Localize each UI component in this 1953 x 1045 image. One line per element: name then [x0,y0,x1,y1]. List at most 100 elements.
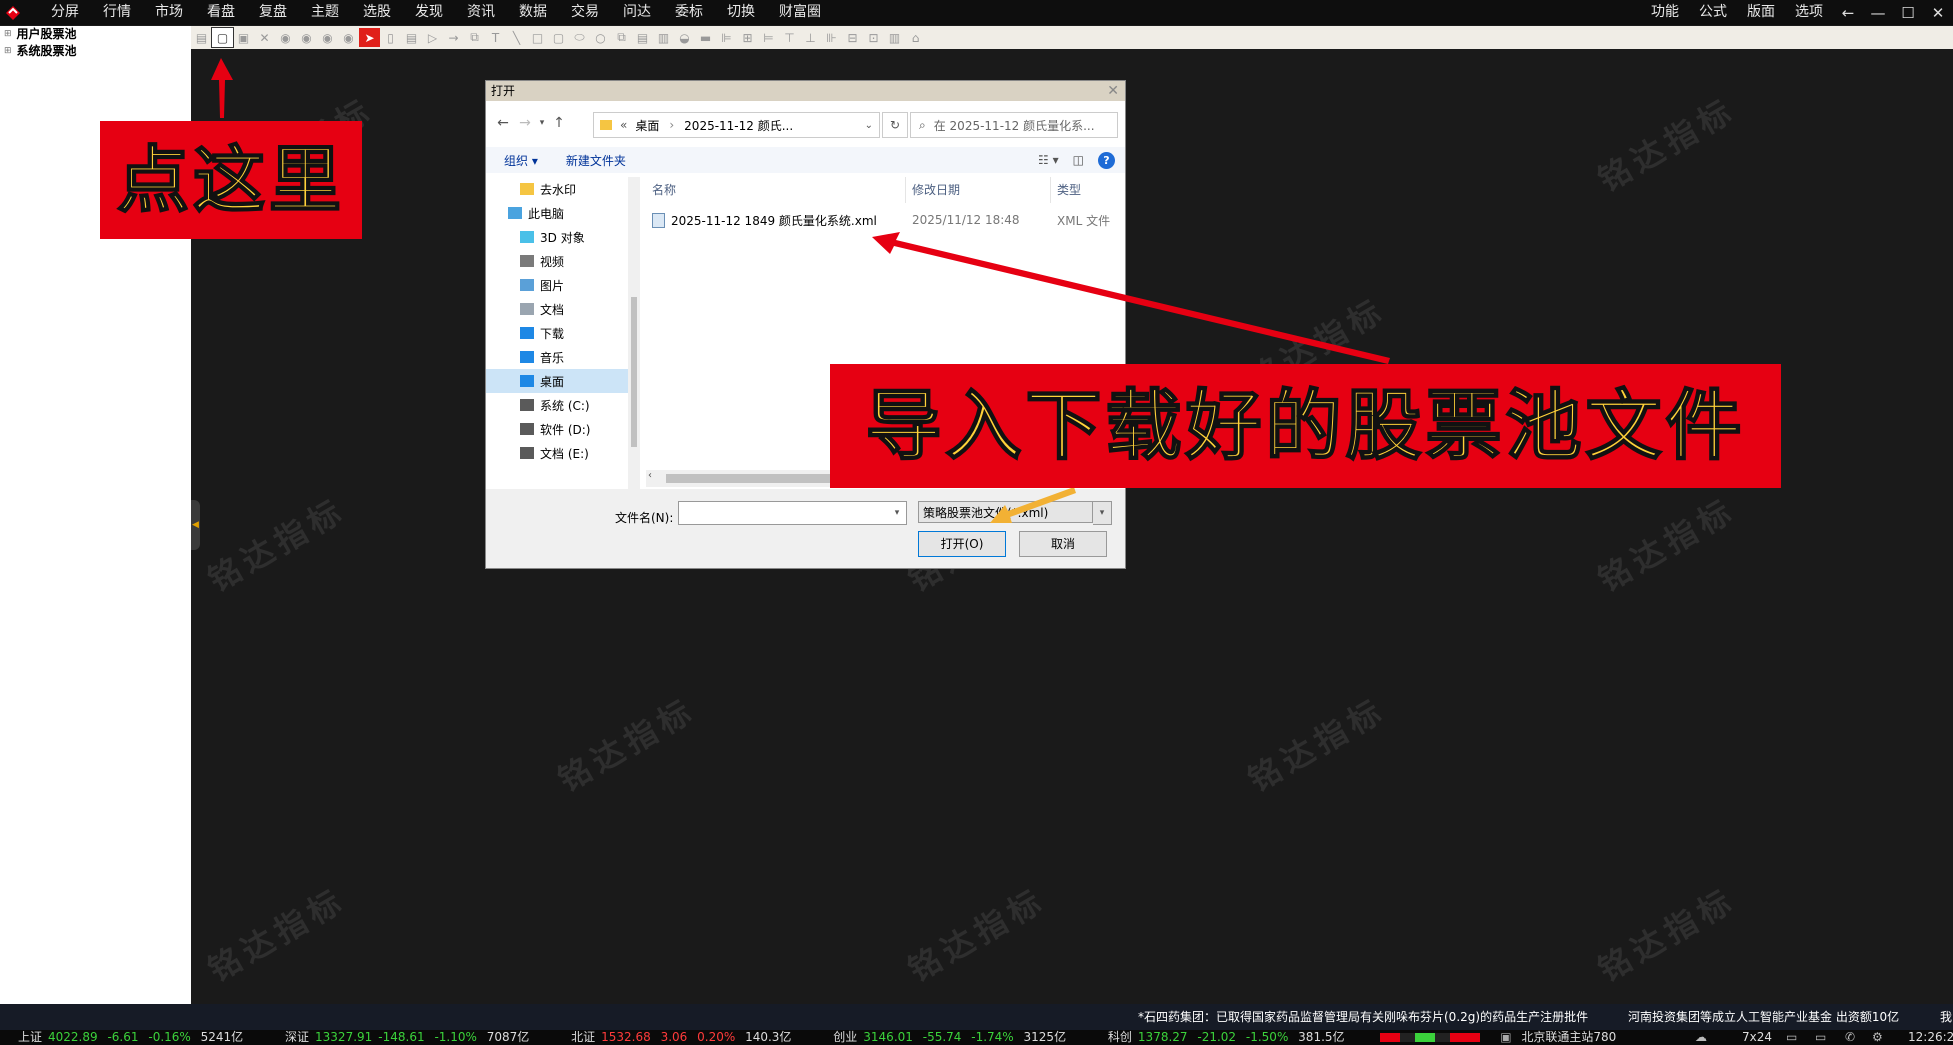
nav-item[interactable]: 音乐 [486,345,628,369]
address-bar[interactable]: « 桌面 › 2025-11-12 颜氏... ⌄ [593,112,880,138]
group-icon[interactable]: ⊡ [863,28,884,47]
open-button[interactable]: 打开(O) [918,531,1006,557]
menu-item[interactable]: 公式 [1689,0,1737,25]
ungroup-icon[interactable]: ▥ [884,28,905,47]
menu-item[interactable]: 交易 [559,0,611,25]
close-icon[interactable]: ✕ [1923,4,1953,22]
filter-dropdown-icon[interactable]: ▾ [1093,501,1112,525]
nav-item[interactable]: 软件 (D:) [486,417,628,441]
dialog-close-icon[interactable]: ✕ [1107,81,1119,101]
back-icon[interactable]: ← [1833,4,1863,22]
menu-item[interactable]: 数据 [507,0,559,25]
phone-icon[interactable]: ✆ [1845,1030,1855,1045]
tree-expand-icon[interactable]: ⊞ [4,26,12,43]
column-name[interactable]: 名称 [646,177,906,203]
menu-item[interactable]: 选项 [1785,0,1833,25]
breadcrumb-folder[interactable]: 2025-11-12 颜氏... [684,117,793,134]
cloud-icon[interactable]: ☁ [1695,1030,1707,1045]
index-bj[interactable]: 北证 1532.68 3.06 0.20% 140.3亿 [571,1030,801,1044]
breadcrumb-desktop[interactable]: 桌面 [635,117,659,134]
news-item[interactable]: 我 [1940,1004,1952,1030]
menu-item[interactable]: 发现 [403,0,455,25]
up-arrow-icon[interactable]: ↑ [548,115,570,131]
preview-pane-icon[interactable]: ◫ [1073,153,1084,167]
chart-tool-icon[interactable]: ⌂ [905,28,926,47]
app-logo-icon[interactable] [2,2,24,24]
trash-icon[interactable]: ▥ [653,28,674,47]
menu-item[interactable]: 复盘 [247,0,299,25]
column-date[interactable]: 修改日期 [906,177,1051,203]
line-icon[interactable]: ╲ [506,28,527,47]
pause-icon[interactable]: ◉ [296,28,317,47]
nav-item[interactable]: 3D 对象 [486,225,628,249]
align-middle-icon[interactable]: ⊥ [800,28,821,47]
rounded-rect-icon[interactable]: ▢ [548,28,569,47]
filename-dropdown-icon[interactable]: ▾ [888,501,907,525]
index-cy[interactable]: 创业 3146.01 -55.74 -1.74% 3125亿 [833,1030,1076,1044]
forward-arrow-icon[interactable]: → [514,115,536,131]
menu-item[interactable]: 切换 [715,0,767,25]
search-box[interactable]: ⌕ 在 2025-11-12 颜氏量化系... [910,112,1118,138]
ellipse-icon[interactable]: ⬭ [569,28,590,47]
index-sz[interactable]: 深证 13327.91 -148.61 -1.10% 7087亿 [285,1030,539,1044]
nav-item[interactable]: 视频 [486,249,628,273]
menu-item[interactable]: 市场 [143,0,195,25]
maximize-icon[interactable]: ☐ [1893,4,1923,22]
file-row[interactable]: 2025-11-12 1849 颜氏量化系统.xml 2025/11/12 18… [646,207,1125,233]
line-width-icon[interactable]: ▬ [695,28,716,47]
menu-item[interactable]: 资讯 [455,0,507,25]
menu-item[interactable]: 行情 [91,0,143,25]
new-folder-button[interactable]: 新建文件夹 [548,152,636,169]
align-center-icon[interactable]: ⊞ [737,28,758,47]
scroll-left-icon[interactable]: ‹ [648,470,652,481]
news-item[interactable]: 河南投资集团等成立人工智能产业基金 出资额10亿 [1628,1004,1899,1030]
triangle-icon[interactable]: ▷ [422,28,443,47]
view-options-icon[interactable]: ☷ ▾ [1038,153,1059,167]
nav-item[interactable]: 此电脑 [486,201,628,225]
refresh-icon[interactable]: ↻ [882,112,908,138]
menu-item[interactable]: 委标 [663,0,715,25]
fill-icon[interactable]: ◒ [674,28,695,47]
record-icon[interactable]: ◉ [338,28,359,47]
nav-item[interactable]: 下载 [486,321,628,345]
organize-button[interactable]: 组织 ▾ [486,152,548,169]
copy-icon[interactable]: ⧉ [611,28,632,47]
menu-item[interactable]: 功能 [1641,0,1689,25]
index-sh[interactable]: 上证 4022.89 -6.61 -0.16% 5241亿 [18,1030,253,1044]
help-icon[interactable]: ? [1098,151,1115,169]
arrow-right-icon[interactable]: → [443,28,464,47]
list-icon[interactable]: ▤ [401,28,422,47]
nav-item[interactable]: 文档 (E:) [486,441,628,465]
menu-item[interactable]: 主题 [299,0,351,25]
menu-item[interactable]: 版面 [1737,0,1785,25]
tree-item-system-pool[interactable]: ⊞ 系统股票池 [0,43,191,60]
nav-item[interactable]: 图片 [486,273,628,297]
address-dropdown-icon[interactable]: ⌄ [865,120,873,131]
column-type[interactable]: 类型 [1051,177,1125,203]
cancel-button[interactable]: 取消 [1019,531,1107,557]
new-pool-icon[interactable]: ▢ [211,27,234,48]
distribute-h-icon[interactable]: ⊪ [821,28,842,47]
chat-icon[interactable]: ▭ [1786,1030,1797,1045]
menu-item[interactable]: 分屏 [39,0,91,25]
stop-icon[interactable]: ◉ [317,28,338,47]
nav-scrollbar[interactable] [628,177,640,489]
nav-item[interactable]: 去水印 [486,177,628,201]
menu-item[interactable]: 财富圈 [767,0,833,25]
properties-icon[interactable]: ▤ [191,28,212,47]
history-dropdown-icon[interactable]: ▾ [536,118,548,128]
menu-item[interactable]: 看盘 [195,0,247,25]
nav-item[interactable]: 系统 (C:) [486,393,628,417]
news-item[interactable]: *石四药集团：已取得国家药品监督管理局有关刚哚布芬片(0.2g)的药品生产注册批… [1138,1004,1588,1030]
mode-label[interactable]: 7x24 [1742,1030,1772,1045]
align-right-icon[interactable]: ⊨ [758,28,779,47]
settings-icon[interactable]: ⚙ [1872,1030,1883,1045]
index-kc[interactable]: 科创 1378.27 -21.02 -1.50% 381.5亿 [1108,1030,1354,1044]
play-icon[interactable]: ◉ [275,28,296,47]
text-icon[interactable]: T [485,28,506,47]
distribute-v-icon[interactable]: ⊟ [842,28,863,47]
paste-icon[interactable]: ▤ [632,28,653,47]
pointer-icon[interactable]: ➤ [359,28,380,47]
back-arrow-icon[interactable]: ← [492,115,514,131]
circle-icon[interactable]: ○ [590,28,611,47]
